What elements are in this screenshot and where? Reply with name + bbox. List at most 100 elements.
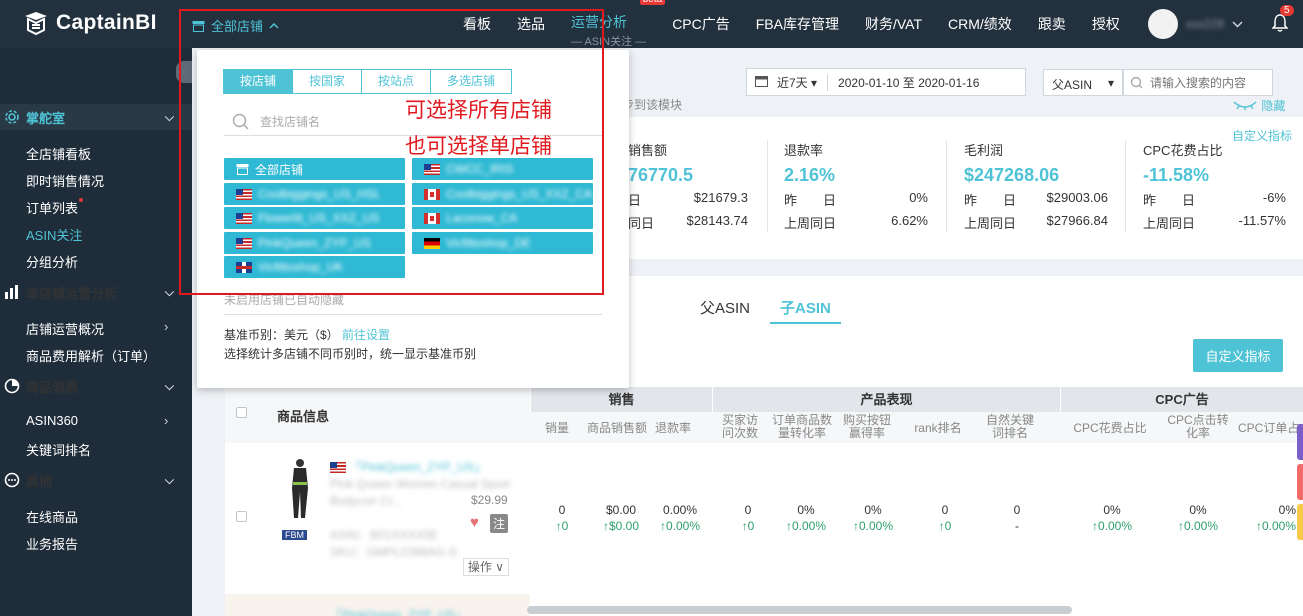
nav-crm[interactable]: CRM/绩效	[935, 14, 1025, 34]
nav-cpc-ads[interactable]: CPC广告	[659, 14, 743, 34]
select-all-checkbox[interactable]	[236, 407, 247, 418]
column-header[interactable]: 销量	[537, 422, 577, 435]
cell-refund-rate: 0.00% ↑0.00%	[659, 503, 701, 533]
sidebar-item-business-report[interactable]: 业务报告	[26, 534, 78, 553]
sidebar-group-other[interactable]: 其他 ⌵	[0, 467, 192, 493]
group-header-cpc: CPC广告	[1060, 387, 1303, 412]
search-icon	[1130, 76, 1143, 88]
sidebar-item-realtime-sales[interactable]: 即时销售情况	[26, 171, 104, 190]
horizontal-scrollbar[interactable]	[527, 606, 1072, 614]
pie-chart-icon	[4, 378, 20, 394]
column-header[interactable]: 买家访问次数	[718, 414, 762, 440]
us-flag-icon	[330, 462, 346, 474]
avatar	[1148, 9, 1178, 39]
chevron-down-icon: ⌵	[164, 285, 174, 299]
column-header[interactable]: 退款率	[651, 422, 695, 435]
kpi-refund-rate: 退款率 2.16% 昨 日 0% 上周同日 6.62%	[784, 143, 928, 231]
annotation-text: 也可选择单店铺	[405, 135, 552, 158]
group-header-performance: 产品表现	[712, 387, 1060, 412]
sidebar-item-fee-analysis[interactable]: 商品费用解析（订单）	[26, 346, 156, 365]
chevron-right-icon: ›	[164, 319, 169, 334]
column-header[interactable]: 自然关键词排名	[984, 414, 1036, 440]
chevron-down-icon	[1232, 20, 1243, 28]
column-header[interactable]: rank排名	[910, 422, 966, 435]
eye-closed-icon	[1233, 101, 1257, 110]
next-row-store[interactable]: 「PinkQueen_ZYP_US」	[330, 606, 467, 616]
nav-finance-vat[interactable]: 财务/VAT	[852, 14, 935, 34]
gear-icon	[5, 110, 19, 124]
sidebar-item-group-analysis[interactable]: 分组分析	[26, 252, 78, 271]
divider	[224, 314, 602, 315]
cell-sales: $0.00 ↑$0.00	[602, 503, 640, 533]
date-range-type[interactable]: 近7天 ▾	[775, 73, 829, 91]
product-asin: ASIN：B01XXXX0E	[330, 528, 439, 542]
kpi-sales: 销售额 76770.5 日 $21679.3 同日 $28143.74	[628, 143, 748, 231]
sync-note: 步到该模块	[622, 98, 683, 112]
kpi-cpc-spend-ratio: CPC花费占比 -11.58% 昨 日 -6% 上周同日 -11.57%	[1143, 143, 1286, 231]
sidebar-item-store-overview[interactable]: 店铺运营概况 ›	[26, 319, 168, 338]
sidebar-group-cockpit[interactable]: 掌舵室 ⌵	[0, 104, 192, 130]
search-input[interactable]	[1150, 75, 1270, 90]
captain-logo-icon	[25, 12, 47, 36]
asin-tabs: 父ASIN 子ASIN	[700, 297, 841, 324]
nav-fba-inventory[interactable]: FBA库存管理	[743, 14, 852, 34]
note-button[interactable]: 注	[490, 514, 509, 533]
cell-cpc-orders: 0% ↑0.00%	[1255, 503, 1296, 533]
user-menu[interactable]: xxx229	[1148, 9, 1243, 39]
sidebar-item-all-store-dashboard[interactable]: 全店铺看板	[26, 144, 91, 163]
divider	[1125, 140, 1126, 232]
nav-authorization[interactable]: 授权	[1079, 14, 1133, 34]
divider	[767, 140, 768, 232]
column-header[interactable]: CPC订单占	[1238, 422, 1300, 435]
sidebar-item-online-products[interactable]: 在线商品	[26, 507, 78, 526]
heart-icon[interactable]: ♥	[470, 514, 479, 531]
date-range-picker[interactable]: 近7天 ▾ 2020-01-10 至 2020-01-16	[746, 68, 1026, 96]
column-header[interactable]: 商品销售额	[584, 422, 650, 435]
operations-button[interactable]: 操作 ∨	[463, 558, 509, 576]
cell-visits: 0 ↑0	[741, 503, 755, 533]
cell-conversion: 0% ↑0.00%	[785, 503, 827, 533]
sidebar-item-orders[interactable]: 订单列表	[26, 198, 84, 217]
hide-kpi-link[interactable]: 隐藏	[1232, 97, 1285, 114]
sidebar-item-asin-watch[interactable]: ASIN关注	[26, 225, 82, 244]
currency-settings-link[interactable]: 前往设置	[342, 328, 390, 342]
side-tab[interactable]	[1297, 424, 1303, 460]
cell-keyword-rank: 0-	[1013, 503, 1021, 533]
search-box	[1123, 69, 1273, 96]
base-currency: 基准币别：美元（$） 前往设置	[224, 328, 391, 342]
kpi-value: 76770.5	[628, 165, 694, 185]
column-header[interactable]: 购买按钮赢得率	[840, 414, 894, 440]
sidebar-group-product-insight[interactable]: 商品洞悉 ⌵	[0, 373, 192, 399]
product-store[interactable]: 「PinkQueen_ZYP_US」	[349, 460, 486, 474]
product-title: 「PinkQueen_ZYP_US」 Pink Queen Women Casu…	[330, 459, 510, 561]
tab-parent-asin[interactable]: 父ASIN	[700, 297, 750, 324]
kpi-value: 2.16%	[784, 165, 836, 185]
app-name: CaptainBI	[56, 11, 157, 34]
side-tab[interactable]	[1297, 504, 1303, 540]
sidebar-item-keyword-rank[interactable]: 关键词排名	[26, 440, 91, 459]
cell-rank: 0 ↑0	[938, 503, 952, 533]
currency-note: 选择统计多店铺不同币别时，统一显示基准币别	[224, 347, 477, 361]
more-icon	[4, 472, 20, 488]
kpi-value: $247268.06	[964, 165, 1060, 185]
side-tab[interactable]	[1297, 464, 1303, 500]
logo[interactable]: CaptainBI	[22, 10, 157, 36]
custom-metric-button[interactable]: 自定义指标	[1193, 339, 1283, 372]
sidebar-item-asin360[interactable]: ASIN360 ›	[26, 413, 168, 428]
column-header[interactable]: CPC花费占比	[1068, 422, 1152, 435]
column-header[interactable]: CPC点击转化率	[1166, 414, 1230, 440]
bell-icon[interactable]	[1272, 14, 1288, 32]
fulfillment-badge: FBM	[282, 530, 307, 540]
tab-child-asin[interactable]: 子ASIN	[770, 297, 841, 324]
column-header[interactable]: 订单商品数量转化率	[770, 414, 834, 440]
notification-badge: 5	[1280, 5, 1294, 16]
product-image[interactable]	[284, 458, 314, 520]
nav-follow-sell[interactable]: 跟卖	[1025, 14, 1079, 34]
bar-chart-icon	[5, 285, 18, 299]
sidebar-group-single-store[interactable]: 单店铺运营分析 ⌵	[0, 279, 192, 305]
user-name: xxx229	[1186, 17, 1225, 31]
calendar-icon	[747, 75, 775, 90]
row-checkbox[interactable]	[236, 511, 247, 522]
asin-type-select[interactable]: 父ASIN ▾	[1043, 69, 1123, 96]
date-range-value[interactable]: 2020-01-10 至 2020-01-16	[828, 74, 979, 91]
